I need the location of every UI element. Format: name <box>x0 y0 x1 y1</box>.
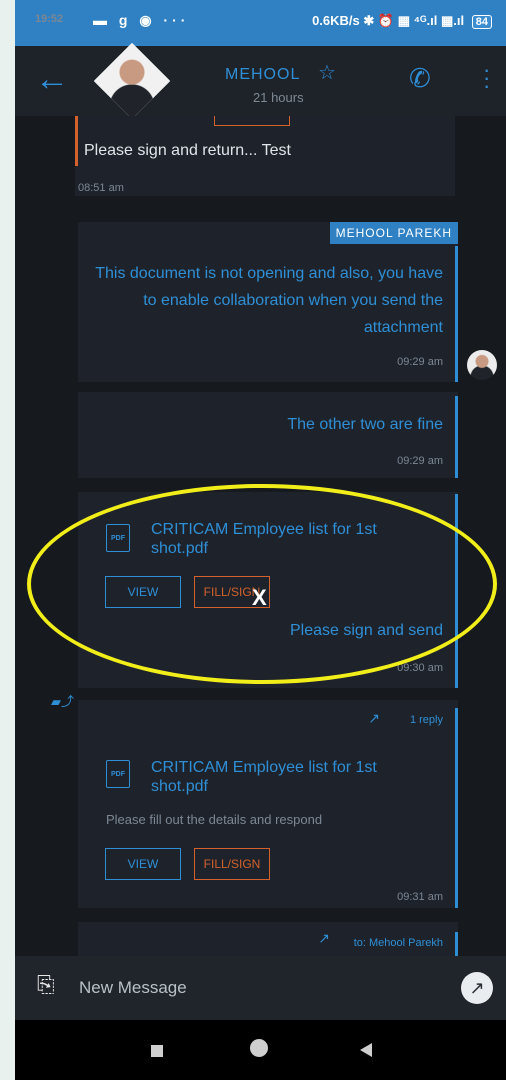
back-arrow-icon[interactable]: ← <box>35 62 69 96</box>
message-time: 09:31 am <box>397 891 443 903</box>
message-time: 09:29 am <box>397 356 443 368</box>
view-button[interactable]: VIEW <box>105 848 181 880</box>
message-text: The other two are fine <box>287 416 443 433</box>
battery-icon: 84 <box>471 15 492 29</box>
star-icon[interactable]: ☆ <box>318 60 336 85</box>
orange-accent <box>75 116 78 166</box>
pdf-file-icon: PDF <box>106 760 130 788</box>
network-speed: 0.6KB/s <box>312 13 360 28</box>
message-composer: ⎘ ↗ <box>15 956 506 1020</box>
recents-icon[interactable] <box>151 1045 163 1057</box>
forward-icon[interactable]: ▰⤴ <box>51 691 74 710</box>
more-menu-icon[interactable]: · · · <box>483 59 490 97</box>
last-seen: 21 hours <box>253 90 304 105</box>
message-bubble[interactable]: PDF CRITICAM Employee list for 1st shot.… <box>78 492 458 688</box>
attachment-name[interactable]: CRITICAM Employee list for 1st shot.pdf <box>151 520 431 558</box>
blue-accent <box>455 246 458 382</box>
message-text: Please sign and send <box>290 622 443 639</box>
message-bubble[interactable]: Please sign and return... Test 08:51 am <box>75 116 455 196</box>
attachment-note: Please fill out the details and respond <box>106 812 323 827</box>
reply-count[interactable]: 1 reply <box>410 714 443 726</box>
home-icon[interactable] <box>250 1039 268 1057</box>
message-bubble[interactable]: ↗ to: Mehool Parekh <box>78 922 458 956</box>
phone-screen: 19:52 ▬ g ◉ ··· 0.6KB/s ✱ ⏰ ▦ ⁴ᴳ.ıl ▦.ıl… <box>15 0 506 1080</box>
blue-accent <box>455 932 458 956</box>
chat-header: ← MEHOOL ☆ 21 hours ✆ · · · <box>15 42 506 120</box>
message-bubble[interactable]: MEHOOL PAREKH This document is not openi… <box>78 222 458 382</box>
message-time: 08:51 am <box>78 182 124 194</box>
blue-accent <box>455 494 458 688</box>
reply-thread-icon[interactable]: ↗ <box>368 710 380 727</box>
notification-icons: ▬ g ◉ ··· <box>93 12 190 28</box>
reply-thread-icon: ↗ <box>318 930 330 946</box>
pdf-file-icon: PDF <box>106 524 130 552</box>
system-icons: ✱ ⏰ ▦ ⁴ᴳ.ıl ▦.ıl <box>363 13 465 28</box>
blue-accent <box>455 708 458 908</box>
message-text: This document is not opening and also, y… <box>95 265 443 336</box>
sender-avatar[interactable] <box>467 350 497 380</box>
message-time: 09:29 am <box>397 455 443 467</box>
message-input[interactable] <box>77 970 441 1006</box>
attachment-name[interactable]: CRITICAM Employee list for 1st shot.pdf <box>151 758 431 796</box>
phone-call-icon[interactable]: ✆ <box>409 63 431 94</box>
contact-name[interactable]: MEHOOL <box>225 66 300 84</box>
contact-avatar[interactable] <box>93 42 171 120</box>
view-button[interactable]: VIEW <box>105 576 181 608</box>
status-right: 0.6KB/s ✱ ⏰ ▦ ⁴ᴳ.ıl ▦.ıl 84 <box>312 13 492 29</box>
message-list[interactable]: Please sign and return... Test 08:51 am … <box>15 116 506 956</box>
message-bubble[interactable]: ↗ 1 reply PDF CRITICAM Employee list for… <box>78 700 458 908</box>
recipient-label: to: Mehool Parekh <box>353 937 443 949</box>
annotation-x-mark: X <box>252 585 267 610</box>
message-bubble[interactable]: The other two are fine 09:29 am <box>78 392 458 478</box>
back-icon[interactable] <box>360 1043 372 1057</box>
fill-sign-button[interactable]: FILL/SIGN <box>194 848 270 880</box>
android-nav-bar <box>15 1020 506 1080</box>
sender-tag: MEHOOL PAREKH <box>329 222 458 244</box>
send-icon[interactable]: ↗ <box>461 972 493 1004</box>
fill-sign-button-partial[interactable] <box>214 116 290 126</box>
message-time: 09:30 am <box>397 662 443 674</box>
status-bar: 19:52 ▬ g ◉ ··· 0.6KB/s ✱ ⏰ ▦ ⁴ᴳ.ıl ▦.ıl… <box>15 0 506 46</box>
paperclip-icon[interactable]: ⎘ <box>37 972 55 998</box>
message-text: Please sign and return... Test <box>84 142 291 159</box>
status-time: 19:52 <box>35 13 64 25</box>
blue-accent <box>455 396 458 478</box>
